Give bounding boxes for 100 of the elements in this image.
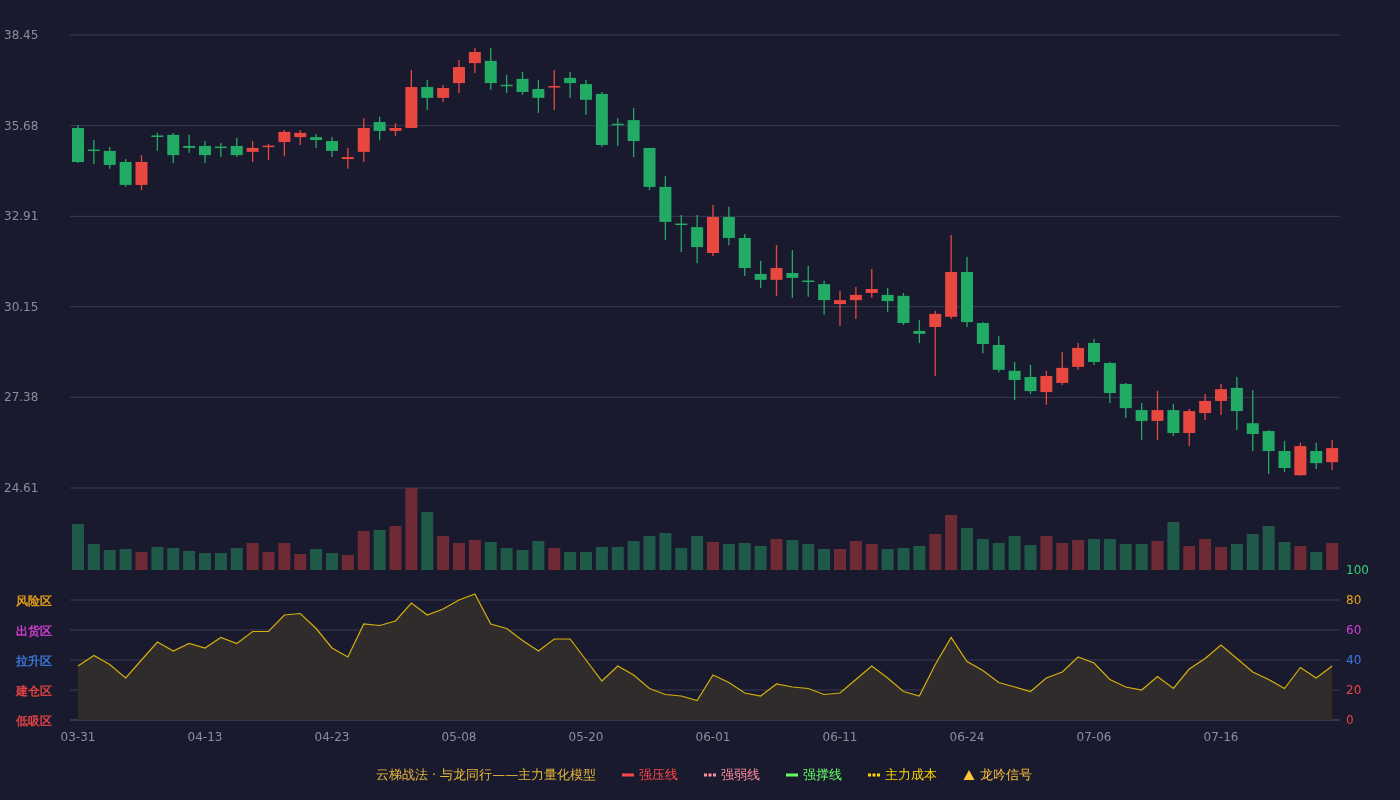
candlestick <box>643 147 656 191</box>
candlestick <box>786 249 799 299</box>
candlestick <box>72 124 84 164</box>
zone-label: 低吸区 <box>16 714 52 728</box>
candlestick <box>1278 440 1291 473</box>
candlestick <box>580 79 592 116</box>
axis-label: 32.91 <box>4 209 39 224</box>
candlestick <box>929 310 942 377</box>
candlestick <box>532 79 545 114</box>
candlestick <box>564 71 577 99</box>
candlestick <box>1040 370 1053 406</box>
candlestick <box>119 158 132 188</box>
candlestick <box>453 59 465 94</box>
axis-label: 04-23 <box>314 730 350 744</box>
candlestick <box>1262 429 1275 475</box>
candlestick <box>770 244 783 297</box>
candlestick <box>1310 442 1323 470</box>
zone-label: 拉升区 <box>16 654 52 668</box>
axis-label: 03-31 <box>60 730 96 744</box>
axis-label: 80 <box>1346 593 1362 607</box>
candlestick <box>818 280 831 316</box>
candlestick <box>1088 338 1100 366</box>
legend-label: 强撑线 <box>803 766 843 784</box>
candlestick <box>421 79 434 111</box>
candlestick <box>961 256 973 328</box>
candlestick <box>294 129 307 146</box>
candlestick <box>1008 361 1021 401</box>
candlestick <box>611 117 624 147</box>
zone-label: 建仓区 <box>16 684 52 698</box>
candlestick <box>1024 364 1037 395</box>
legend-label: 主力成本 <box>885 766 938 784</box>
candlestick <box>834 290 846 327</box>
axis-label: 05-20 <box>568 730 604 744</box>
candlestick <box>341 147 354 170</box>
candlestick <box>357 117 370 163</box>
candlestick <box>1119 382 1132 419</box>
candlestick <box>326 136 338 158</box>
candlestick <box>246 140 259 163</box>
axis-label: 30.15 <box>4 299 39 314</box>
candlestick <box>1294 442 1307 477</box>
candlestick <box>167 132 180 164</box>
axis-label: 40 <box>1346 653 1362 667</box>
candlestick <box>1103 361 1116 404</box>
axis-label: 24.61 <box>4 481 39 495</box>
candlestick <box>913 319 926 344</box>
candlestick <box>135 154 148 191</box>
legend-label: 强压线 <box>639 766 679 784</box>
axis-label: 27.38 <box>4 390 39 405</box>
candlestick <box>595 91 608 148</box>
candlestick <box>992 335 1005 373</box>
candlestick <box>214 142 227 158</box>
candlestick <box>802 265 815 298</box>
axis-label: 04-13 <box>187 730 223 744</box>
candlestick <box>310 133 323 149</box>
candlestick <box>691 214 704 264</box>
candlestick <box>151 132 164 152</box>
candlestick <box>183 134 196 154</box>
candlestick <box>1246 389 1259 452</box>
candlestick <box>1135 402 1148 441</box>
candlestick <box>659 175 672 241</box>
axis-label: 35.68 <box>4 118 39 133</box>
candlestick <box>897 292 910 326</box>
candlestick <box>1215 383 1227 416</box>
candlestick <box>500 74 513 94</box>
candlestick <box>103 146 116 170</box>
candlestick <box>1230 376 1243 431</box>
candlestick <box>278 129 291 157</box>
candlestick <box>1199 393 1212 421</box>
candlestick <box>675 214 688 253</box>
axis-label: 05-08 <box>441 730 477 744</box>
candlestick <box>1072 342 1085 371</box>
candlestick <box>1183 408 1196 447</box>
candlestick <box>484 47 497 91</box>
candlestick <box>976 321 989 354</box>
candlestick <box>405 69 418 129</box>
candlestick <box>87 139 100 165</box>
candlestick <box>1167 403 1180 437</box>
candlestick <box>865 268 878 299</box>
candlestick <box>849 286 862 320</box>
candlestick <box>754 260 767 289</box>
axis-label: 06-24 <box>949 730 985 744</box>
candlestick <box>881 287 894 313</box>
candlestick <box>1326 439 1339 471</box>
axis-label: 0 <box>1346 713 1354 727</box>
candlestick <box>437 84 450 103</box>
legend-label: 龙吟信号 <box>980 766 1033 784</box>
axis-label: 38.45 <box>4 28 39 42</box>
candlestick <box>707 204 719 257</box>
candlestick <box>389 122 402 137</box>
axis-label: 06-01 <box>695 730 731 744</box>
candlestick <box>722 206 735 246</box>
axis-label: 60 <box>1346 623 1362 637</box>
candlestick <box>230 137 243 158</box>
axis-label: 07-16 <box>1203 730 1239 744</box>
axis-label: 07-06 <box>1076 730 1112 744</box>
candlestick <box>1056 351 1069 386</box>
candlestick <box>262 143 275 161</box>
candlestick <box>468 47 481 74</box>
zone-label: 风险区 <box>16 594 52 608</box>
candlestick <box>627 107 640 158</box>
